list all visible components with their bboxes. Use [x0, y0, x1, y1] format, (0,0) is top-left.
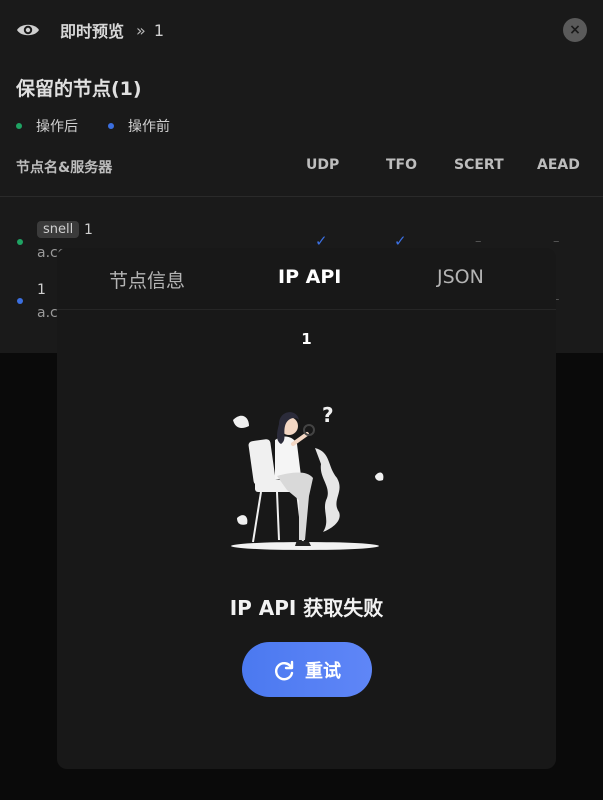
column-header-aead: AEAD — [537, 157, 580, 173]
refresh-icon — [273, 659, 295, 681]
breadcrumb-item: 1 — [153, 20, 164, 40]
scert-value: – — [475, 234, 482, 249]
status-dot — [17, 239, 23, 245]
legend-dot — [16, 123, 22, 129]
modal-tabs: 节点信息 IP API JSON — [57, 248, 556, 310]
legend-item-after: 操作后 — [16, 116, 78, 136]
legend: 操作后 操作前 — [16, 116, 170, 136]
woman-on-chair-confused-illustration: ? — [227, 400, 387, 550]
header: 即时预览 » 1 × — [0, 0, 603, 60]
legend-label: 操作后 — [36, 119, 78, 135]
node-detail-modal: 节点信息 IP API JSON 1 ? IP API 获取失败 重试 — [57, 248, 556, 769]
protocol-badge: snell — [37, 221, 80, 238]
table-header: 节点名&服务器 UDP TFO SCERT AEAD — [0, 157, 603, 179]
retry-label: 重试 — [305, 660, 341, 682]
tab-node-info[interactable]: 节点信息 — [109, 266, 185, 293]
legend-label: 操作前 — [128, 119, 170, 135]
column-header-tfo: TFO — [386, 157, 418, 173]
app: 即时预览 » 1 × 保留的节点(1) 操作后 操作前 节点名&服务器 UDP … — [0, 0, 603, 800]
eye-icon — [16, 20, 42, 40]
section-title: 保留的节点(1) — [16, 78, 142, 100]
divider — [0, 196, 603, 197]
svg-text:?: ? — [322, 403, 334, 427]
column-header-udp: UDP — [306, 157, 340, 173]
close-icon[interactable]: × — [563, 18, 587, 42]
node-name: 1 — [37, 282, 46, 298]
aead-value: – — [553, 234, 560, 249]
tab-json[interactable]: JSON — [437, 266, 484, 288]
modal-node-title: 1 — [301, 330, 312, 348]
node-name: 1 — [84, 222, 93, 238]
column-header-scert: SCERT — [454, 157, 504, 173]
legend-dot — [108, 123, 114, 129]
page-title: 即时预览 — [60, 22, 125, 41]
retry-button[interactable]: 重试 — [242, 642, 372, 697]
legend-item-before: 操作前 — [108, 116, 170, 136]
tab-ip-api[interactable]: IP API — [278, 266, 341, 288]
error-message: IP API 获取失败 — [229, 596, 384, 620]
breadcrumb-separator-icon: » — [136, 20, 146, 40]
status-dot — [17, 298, 23, 304]
column-header-node: 节点名&服务器 — [16, 160, 113, 176]
